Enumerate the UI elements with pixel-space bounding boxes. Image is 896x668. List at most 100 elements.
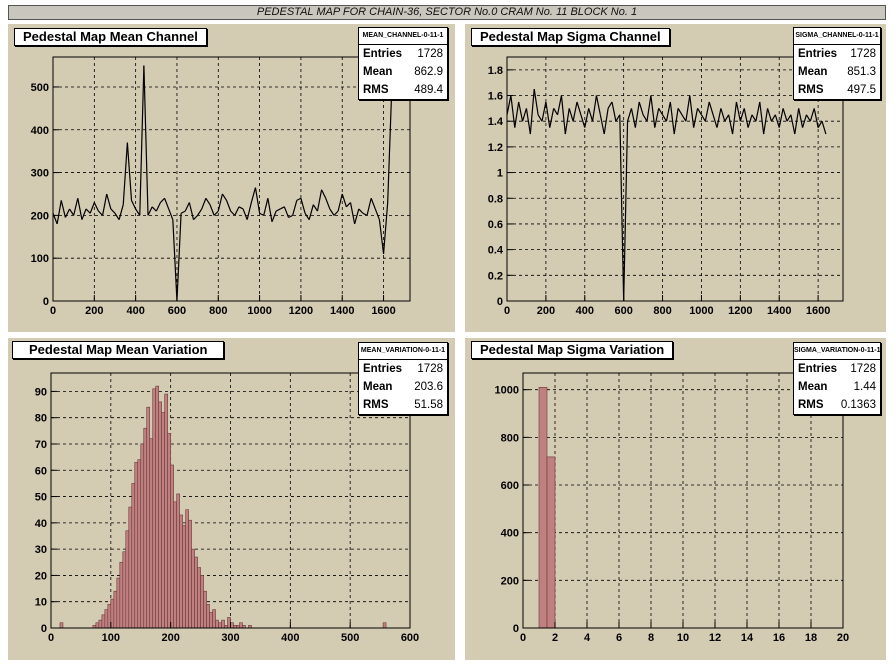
histogram-bar bbox=[131, 483, 136, 629]
stats-mean-label: Mean bbox=[363, 381, 393, 393]
stats-entries-label: Entries bbox=[798, 48, 837, 60]
x-tick-label: 200 bbox=[85, 305, 103, 317]
stats-name: MEAN_CHANNEL-0-11-1 bbox=[359, 28, 447, 45]
histogram-bar bbox=[152, 388, 157, 629]
x-tick-label: 2 bbox=[552, 632, 558, 644]
x-tick-label: 600 bbox=[401, 632, 419, 644]
x-tick-label: 400 bbox=[281, 632, 299, 644]
stats-rms-value: 489.4 bbox=[414, 84, 443, 96]
x-tick-label: 800 bbox=[209, 305, 227, 317]
x-tick-label: 1400 bbox=[767, 305, 791, 317]
y-tick-label: 600 bbox=[501, 480, 519, 492]
y-tick-label: 0 bbox=[43, 296, 49, 308]
histogram-bar bbox=[176, 493, 180, 629]
y-tick-label: 20 bbox=[35, 570, 47, 582]
stats-entries-value: 1728 bbox=[417, 363, 443, 375]
histogram-bar bbox=[134, 462, 139, 629]
x-tick-label: 0 bbox=[48, 632, 54, 644]
x-tick-label: 400 bbox=[576, 305, 594, 317]
x-tick-label: 16 bbox=[773, 632, 785, 644]
y-tick-label: 0 bbox=[513, 623, 519, 635]
histogram-bar bbox=[182, 525, 186, 629]
stats-mean-value: 203.6 bbox=[414, 381, 443, 393]
histogram-bar bbox=[95, 622, 100, 629]
x-tick-label: 600 bbox=[168, 305, 186, 317]
x-tick-label: 1400 bbox=[330, 305, 354, 317]
x-tick-label: 1200 bbox=[728, 305, 752, 317]
stats-rms-value: 497.5 bbox=[847, 84, 876, 96]
histogram-bar bbox=[239, 622, 243, 629]
y-tick-label: 1.8 bbox=[488, 65, 503, 77]
stats-rms-label: RMS bbox=[363, 84, 389, 96]
x-tick-label: 500 bbox=[341, 632, 359, 644]
y-tick-label: 10 bbox=[35, 597, 47, 609]
y-tick-label: 1000 bbox=[495, 385, 519, 397]
stats-rms-label: RMS bbox=[363, 399, 389, 411]
histogram-bar bbox=[101, 614, 106, 629]
stats-mean-value: 1.44 bbox=[853, 381, 876, 393]
stats-entries-label: Entries bbox=[363, 363, 402, 375]
y-tick-label: 1.6 bbox=[488, 91, 503, 103]
x-tick-label: 200 bbox=[161, 632, 179, 644]
histogram-bar bbox=[221, 619, 225, 629]
histogram-bar bbox=[203, 590, 207, 629]
histogram-bar bbox=[155, 385, 159, 629]
stats-entries-value: 1728 bbox=[417, 48, 443, 60]
histogram-bar bbox=[146, 406, 151, 629]
histogram-bar bbox=[161, 412, 165, 629]
x-tick-label: 20 bbox=[837, 632, 849, 644]
histogram-bar bbox=[212, 609, 216, 629]
stats-name: MEAN_VARIATION-0-11-1 bbox=[359, 343, 447, 360]
stats-entries-value: 1728 bbox=[850, 48, 876, 60]
panel-title: Pedestal Map Sigma Channel bbox=[471, 28, 670, 46]
histogram-bar bbox=[122, 551, 127, 629]
stats-mean-label: Mean bbox=[363, 66, 393, 78]
y-tick-label: 200 bbox=[31, 210, 49, 222]
x-tick-label: 600 bbox=[614, 305, 632, 317]
histogram-bar bbox=[546, 456, 556, 629]
histogram-bar bbox=[188, 519, 192, 629]
x-tick-label: 1000 bbox=[689, 305, 713, 317]
histogram-bar bbox=[119, 561, 124, 629]
panel-sigma-channel: 0 200 400 600 800 1000 1200 1400 1600 0 0.2 0.4 0.6 0… bbox=[465, 24, 886, 332]
histogram-bar bbox=[143, 427, 148, 629]
x-tick-label: 300 bbox=[221, 632, 239, 644]
histogram-bar bbox=[113, 590, 118, 629]
stats-mean-label: Mean bbox=[798, 66, 828, 78]
y-tick-label: 1.4 bbox=[488, 116, 504, 128]
stats-mean-value: 862.9 bbox=[414, 66, 443, 78]
stats-box: MEAN_CHANNEL-0-11-1 Entries 1728 Mean 862.… bbox=[358, 27, 448, 100]
histogram-bar bbox=[538, 386, 548, 629]
x-tick-label: 0 bbox=[520, 632, 526, 644]
panel-title: Pedestal Map Sigma Variation bbox=[471, 341, 674, 359]
stats-box: SIGMA_CHANNEL-0-11-1 Entries 1728 Mean 851… bbox=[793, 27, 881, 100]
y-tick-label: 100 bbox=[31, 253, 49, 265]
stats-entries-label: Entries bbox=[798, 363, 837, 375]
histogram-bar bbox=[191, 548, 195, 629]
histogram-bar bbox=[215, 619, 219, 629]
histogram-bar bbox=[209, 611, 213, 629]
y-tick-label: 30 bbox=[35, 544, 47, 556]
y-tick-label: 0.8 bbox=[488, 193, 503, 205]
x-tick-label: 1600 bbox=[371, 305, 395, 317]
y-tick-label: 70 bbox=[35, 439, 47, 451]
stats-rms-label: RMS bbox=[798, 399, 824, 411]
panel-sigma-variation: 0 2 4 6 8 10 12 14 16 18 20 0 200 400 600 800 1000 Pedes… bbox=[465, 338, 886, 660]
panel-title: Pedestal Map Mean Channel bbox=[14, 28, 207, 46]
x-tick-label: 12 bbox=[709, 632, 721, 644]
histogram-bar bbox=[164, 393, 168, 629]
y-tick-label: 1.2 bbox=[488, 142, 503, 154]
histogram-bar bbox=[167, 433, 171, 629]
y-tick-label: 400 bbox=[501, 528, 519, 540]
histogram-bar bbox=[137, 459, 142, 629]
histogram-bar bbox=[170, 464, 174, 629]
y-tick-label: 300 bbox=[31, 168, 49, 180]
stats-mean-label: Mean bbox=[798, 381, 828, 393]
page-title: PEDESTAL MAP FOR CHAIN-36, SECTOR No.0 C… bbox=[8, 5, 886, 20]
y-tick-label: 40 bbox=[35, 518, 47, 530]
x-tick-label: 18 bbox=[805, 632, 817, 644]
panel-title: Pedestal Map Mean Variation bbox=[12, 341, 225, 359]
histogram-bar bbox=[200, 575, 204, 629]
stats-rms-value: 51.58 bbox=[414, 399, 443, 411]
histogram-bar bbox=[197, 567, 201, 629]
